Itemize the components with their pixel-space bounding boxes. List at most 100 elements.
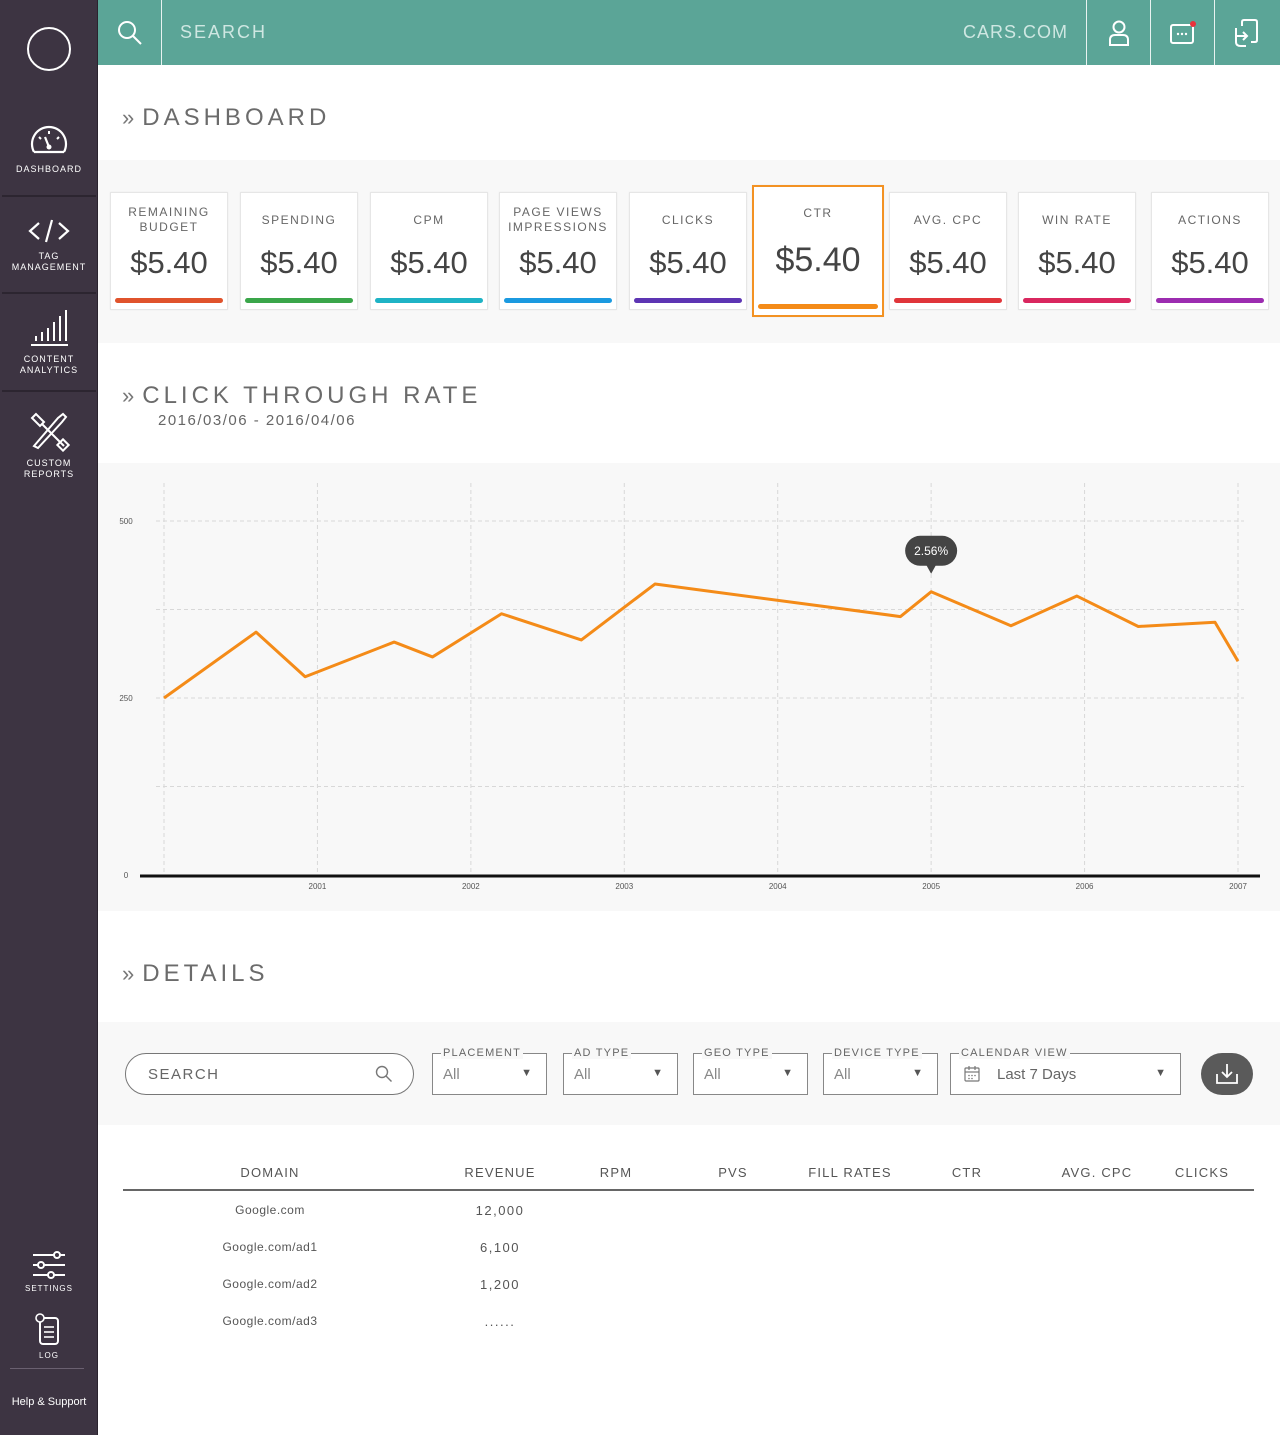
- x-tick-label: 2002: [462, 882, 480, 891]
- sidebar-item-tag-management[interactable]: TAG MANAGEMENT: [0, 217, 98, 273]
- ctr-tooltip: 2.56%: [905, 535, 958, 574]
- kpi-card-spending[interactable]: SPENDING $5.40: [240, 192, 358, 310]
- kpi-label: CPM: [413, 212, 445, 227]
- y-tick-label: 500: [119, 517, 133, 526]
- placement-label: PLACEMENT: [441, 1047, 524, 1059]
- domain-cell: Google.com/ad3: [222, 1314, 318, 1328]
- kpi-value: $5.40: [260, 245, 338, 280]
- caret-down-icon: ▼: [521, 1067, 532, 1079]
- kpi-value: $5.40: [1171, 245, 1249, 280]
- kpi-card-win-rate[interactable]: WIN RATE $5.40: [1018, 192, 1136, 310]
- calendar-view-select[interactable]: CALENDAR VIEW Last 7 Days ▼: [950, 1047, 1181, 1095]
- kpi-label: REMAINING BUDGET: [128, 205, 210, 234]
- top-search-input[interactable]: SEARCH: [180, 22, 267, 43]
- kpi-card-remaining-budget[interactable]: REMAINING BUDGET $5.40: [110, 192, 228, 310]
- sidebar-item-label: MANAGEMENT: [11, 262, 87, 272]
- revenue-cell: ......: [484, 1314, 516, 1329]
- chevrons-icon: »: [122, 105, 134, 130]
- search-icon: [375, 1065, 392, 1082]
- kpi-color-bar: [634, 298, 742, 303]
- table-row[interactable]: Google.com/ad1 6,100: [123, 1228, 1254, 1265]
- settings-label: SETTINGS: [24, 1284, 73, 1293]
- sidebar-item-label: REPORTS: [23, 469, 75, 479]
- kpi-label: ACTIONS: [1178, 212, 1242, 227]
- details-title: » DETAILS: [122, 960, 269, 988]
- sidebar-item-dashboard[interactable]: DASHBOARD: [0, 120, 98, 175]
- x-tick-label: 2006: [1076, 882, 1094, 891]
- speedometer-icon: [30, 125, 68, 154]
- account-brand[interactable]: CARS.COM: [963, 22, 1068, 43]
- tooltip-pointer: [926, 564, 937, 574]
- column-header-pvs[interactable]: PVS: [718, 1165, 748, 1180]
- table-row[interactable]: Google.com/ad3......: [123, 1302, 1254, 1339]
- details-search-placeholder: SEARCH: [148, 1066, 220, 1083]
- kpi-color-bar: [375, 298, 483, 303]
- kpi-card-ctr[interactable]: CTR $5.40: [752, 185, 884, 317]
- column-header-rpm[interactable]: RPM: [600, 1165, 633, 1180]
- column-header-fill-rates[interactable]: FILL RATES: [808, 1165, 892, 1180]
- divider: [2, 195, 96, 197]
- geo-type-select[interactable]: GEO TYPE All ▼: [693, 1047, 808, 1095]
- device-type-value: All: [834, 1066, 851, 1083]
- sidebar-item-content-analytics[interactable]: CONTENT ANALYTICS: [0, 308, 98, 376]
- messages-button[interactable]: [1150, 0, 1214, 65]
- kpi-value: $5.40: [1038, 245, 1116, 280]
- chevrons-icon: »: [122, 961, 134, 986]
- logo[interactable]: [27, 27, 71, 71]
- kpi-value: $5.40: [130, 245, 208, 280]
- logout-icon: [1234, 18, 1258, 47]
- help-support-link[interactable]: Help & Support: [0, 1396, 98, 1408]
- date-range: 2016/03/06 - 2016/04/06: [158, 412, 356, 429]
- details-search-input[interactable]: SEARCH: [125, 1053, 414, 1095]
- search-button[interactable]: [98, 0, 162, 65]
- details-title-text: DETAILS: [142, 960, 269, 987]
- column-header-avg-cpc[interactable]: AVG. CPC: [1062, 1165, 1133, 1180]
- column-header-domain[interactable]: DOMAIN: [240, 1165, 299, 1180]
- column-header-ctr[interactable]: CTR: [952, 1165, 982, 1180]
- sidebar-item-settings[interactable]: SETTINGS: [0, 1250, 98, 1293]
- geo-type-label: GEO TYPE: [702, 1047, 772, 1059]
- kpi-color-bar: [115, 298, 223, 303]
- x-tick-label: 2001: [309, 882, 327, 891]
- device-type-select[interactable]: DEVICE TYPE All ▼: [823, 1047, 938, 1095]
- kpi-value: $5.40: [390, 245, 468, 280]
- sidebar-item-log[interactable]: LOG: [0, 1313, 98, 1360]
- divider: [10, 1368, 84, 1369]
- logout-button[interactable]: [1214, 0, 1278, 65]
- calendar-view-label: CALENDAR VIEW: [959, 1047, 1070, 1059]
- kpi-label: PAGE VIEWS IMPRESSIONS: [508, 205, 608, 234]
- message-icon: [1169, 20, 1196, 44]
- kpi-card-actions[interactable]: ACTIONS $5.40: [1151, 192, 1269, 310]
- sidebar-item-custom-reports[interactable]: CUSTOM REPORTS: [0, 410, 98, 480]
- kpi-card-page-views-impressions[interactable]: PAGE VIEWS IMPRESSIONS $5.40: [499, 192, 617, 310]
- kpi-card-clicks[interactable]: CLICKS $5.40: [629, 192, 747, 310]
- tooltip-text: 2.56%: [914, 544, 948, 558]
- column-header-revenue[interactable]: REVENUE: [464, 1165, 535, 1180]
- revenue-cell: 1,200: [479, 1277, 521, 1292]
- kpi-card-avg-cpc[interactable]: AVG. CPC $5.40: [889, 192, 1007, 310]
- device-type-label: DEVICE TYPE: [832, 1047, 922, 1059]
- divider: [2, 292, 96, 294]
- sidebar-item-label: CONTENT: [23, 354, 75, 364]
- ad-type-select[interactable]: AD TYPE All ▼: [563, 1047, 678, 1095]
- table-row[interactable]: Google.com/ad2 1,200: [123, 1265, 1254, 1302]
- kpi-card-cpm[interactable]: CPM $5.40: [370, 192, 488, 310]
- topbar: SEARCH CARS.COM: [98, 0, 1280, 65]
- table-header: DOMAIN REVENUE RPM PVS FILL RATES CTR AVG. CPC…: [123, 1162, 1254, 1191]
- domain-cell: Google.com/ad2: [222, 1277, 318, 1291]
- table-body: Google.com 12,000 Google.com/ad1 6,100 Googl…: [123, 1191, 1254, 1339]
- calendar-icon: [964, 1066, 980, 1082]
- download-button[interactable]: [1201, 1053, 1253, 1095]
- placement-select[interactable]: PLACEMENT All ▼: [432, 1047, 547, 1095]
- ad-type-value: All: [574, 1066, 591, 1083]
- column-header-clicks[interactable]: CLICKS: [1175, 1165, 1229, 1180]
- caret-down-icon: ▼: [1155, 1067, 1166, 1079]
- table-row[interactable]: Google.com 12,000: [123, 1191, 1254, 1228]
- y-tick-label: 0: [124, 871, 129, 880]
- bar-chart-icon: [31, 310, 68, 346]
- kpi-color-bar: [1156, 298, 1264, 303]
- user-button[interactable]: [1086, 0, 1150, 65]
- dashboard-title: » DASHBOARD: [122, 104, 330, 132]
- kpi-label: SPENDING: [261, 212, 337, 227]
- kpi-color-bar: [758, 304, 878, 309]
